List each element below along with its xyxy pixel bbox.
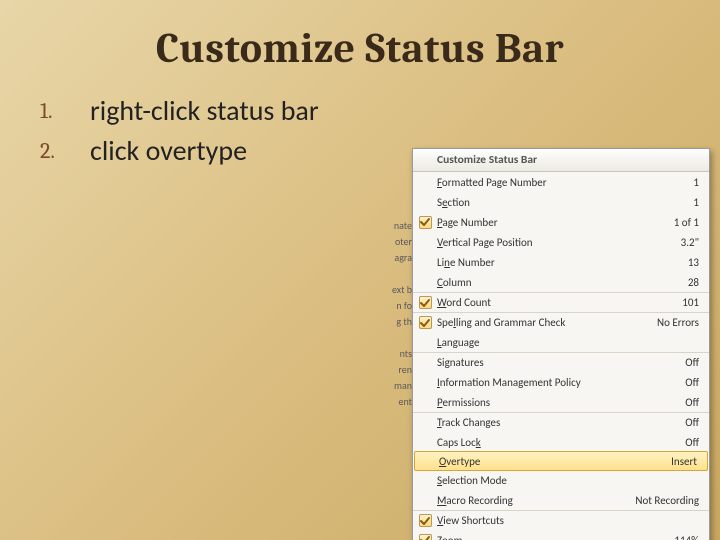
menu-item-value: Insert (663, 455, 697, 468)
slide-title: Customize Status Bar (0, 0, 720, 73)
menu-item-value: Off (677, 436, 699, 449)
menu-item-label: Caps Lock (437, 436, 677, 449)
menu-item-value: 114% (666, 534, 699, 540)
menu-item-check-gutter (413, 514, 437, 527)
background-document-fragment: nate oter agra ext b n fo g th nts ren m… (382, 218, 412, 410)
menu-item-label: Information Management Policy (437, 376, 677, 389)
menu-item-word-count[interactable]: Word Count101 (413, 292, 709, 312)
menu-item-lling-and-grammar-checkspe[interactable]: Spelling and Grammar CheckNo Errors (413, 312, 709, 332)
menu-item-value: Off (677, 376, 699, 389)
menu-item-value: 13 (680, 256, 699, 269)
menu-item-label: Column (437, 276, 680, 289)
menu-item-value: No Errors (649, 316, 699, 329)
menu-item-ne-numberli[interactable]: Line Number13 (413, 252, 709, 272)
menu-item-value: 28 (680, 276, 699, 289)
menu-item-column[interactable]: Column28 (413, 272, 709, 292)
menu-title: Customize Status Bar (413, 149, 709, 172)
step-text-2: click overtype (90, 131, 319, 171)
menu-item-label: Macro Recording (437, 494, 627, 507)
menu-item-information-management-policy[interactable]: Information Management PolicyOff (413, 372, 709, 392)
menu-item-label: Line Number (437, 256, 680, 269)
menu-item-check-gutter (413, 216, 437, 229)
menu-item-value: Off (677, 416, 699, 429)
menu-item-label: Selection Mode (437, 474, 691, 487)
menu-item-label: Section (437, 196, 685, 209)
menu-item-formatted-page-number[interactable]: Formatted Page Number1 (413, 172, 709, 192)
checkmark-icon (419, 296, 432, 309)
steps-list: right-click status bar click overtype (90, 91, 319, 171)
menu-item-ections[interactable]: Section1 (413, 192, 709, 212)
menu-item-label: Track Changes (437, 416, 677, 429)
menu-item-value: 1 of 1 (666, 216, 699, 229)
menu-item-check-gutter (413, 296, 437, 309)
checkmark-icon (419, 514, 432, 527)
menu-item-kcaps-loc[interactable]: Caps LockOff (413, 432, 709, 452)
menu-item-label: Zoom (437, 534, 666, 540)
menu-item-track-changes[interactable]: Track ChangesOff (413, 412, 709, 432)
menu-item-language[interactable]: Language (413, 332, 709, 352)
menu-item-label: Overtype (439, 455, 663, 468)
menu-item-selection-mode[interactable]: Selection Mode (413, 470, 709, 490)
menu-item-label: Formatted Page Number (437, 176, 685, 189)
menu-item-gnaturessi[interactable]: SignaturesOff (413, 352, 709, 372)
menu-item-overtype[interactable]: OvertypeInsert (414, 451, 708, 471)
menu-item-value: Not Recording (627, 494, 699, 507)
menu-item-label: Signatures (437, 356, 677, 369)
step-number-2: 2. (40, 131, 90, 171)
menu-item-zoom[interactable]: Zoom114% (413, 530, 709, 540)
menu-item-label: View Shortcuts (437, 514, 691, 527)
step-numbers: 1. 2. (40, 91, 90, 171)
menu-item-label: Page Number (437, 216, 666, 229)
menu-item-value: 101 (674, 296, 699, 309)
menu-item-value: 3.2" (673, 236, 699, 249)
menu-item-value: 1 (685, 196, 699, 209)
menu-item-label: Language (437, 336, 691, 349)
menu-item-vertical-page-position[interactable]: Vertical Page Position3.2" (413, 232, 709, 252)
menu-item-permissions[interactable]: PermissionsOff (413, 392, 709, 412)
menu-item-check-gutter (413, 316, 437, 329)
checkmark-icon (419, 316, 432, 329)
checkmark-icon (419, 216, 432, 229)
menu-item-page-number[interactable]: Page Number1 of 1 (413, 212, 709, 232)
step-number-1: 1. (40, 91, 90, 131)
menu-item-label: Permissions (437, 396, 677, 409)
menu-item-value: Off (677, 396, 699, 409)
menu-item-check-gutter (413, 534, 437, 540)
menu-item-view-shortcuts[interactable]: View Shortcuts (413, 510, 709, 530)
menu-items-container: Formatted Page Number1Section1Page Numbe… (413, 172, 709, 540)
menu-item-macro-recording[interactable]: Macro RecordingNot Recording (413, 490, 709, 510)
step-text-1: right-click status bar (90, 91, 319, 131)
customize-status-bar-menu[interactable]: Customize Status Bar Formatted Page Numb… (412, 148, 710, 540)
menu-item-label: Vertical Page Position (437, 236, 673, 249)
menu-item-label: Word Count (437, 296, 674, 309)
menu-item-label: Spelling and Grammar Check (437, 316, 649, 329)
menu-item-value: 1 (685, 176, 699, 189)
checkmark-icon (419, 534, 432, 540)
menu-item-value: Off (677, 356, 699, 369)
